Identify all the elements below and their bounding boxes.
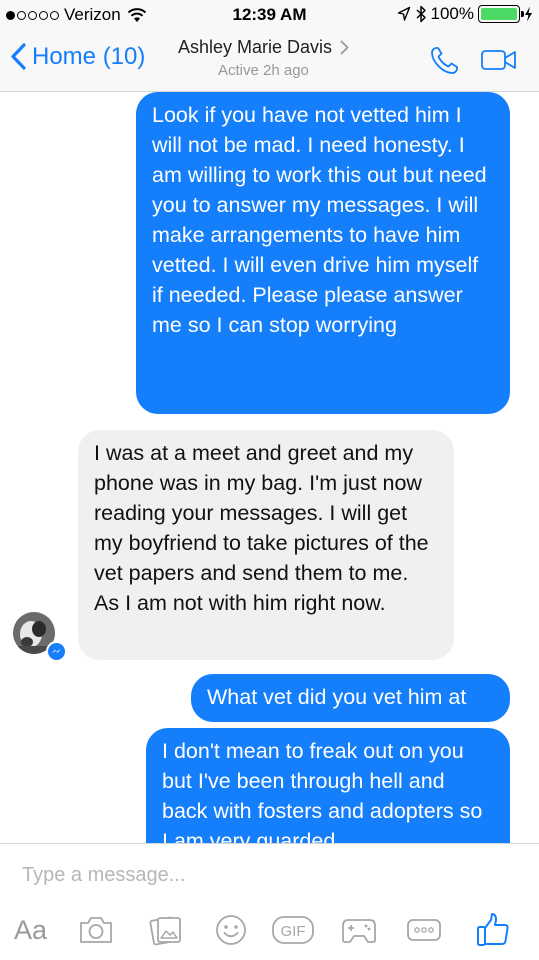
text-format-button[interactable]: Aa bbox=[14, 912, 47, 948]
emoji-icon bbox=[216, 915, 246, 945]
charging-bolt-icon bbox=[525, 6, 532, 22]
chevron-right-icon bbox=[340, 40, 349, 55]
message-bubble-outgoing[interactable]: Look if you have not vetted him I will n… bbox=[136, 92, 510, 414]
like-button[interactable] bbox=[473, 912, 513, 948]
contact-name: Ashley Marie Davis bbox=[178, 37, 333, 57]
camera-icon bbox=[80, 917, 112, 943]
battery-percent: 100% bbox=[430, 4, 474, 23]
more-button[interactable] bbox=[404, 912, 444, 948]
games-button[interactable] bbox=[339, 912, 379, 948]
message-bubble-incoming[interactable]: I was at a meet and greet and my phone w… bbox=[78, 430, 454, 660]
video-camera-icon bbox=[481, 50, 516, 70]
presence-status: Active 2h ago bbox=[218, 62, 309, 79]
message-list[interactable]: Look if you have not vetted him I will n… bbox=[0, 92, 539, 843]
message-composer: Aa GIF bbox=[0, 843, 539, 960]
message-input[interactable] bbox=[22, 864, 502, 887]
contact-name-button[interactable]: Ashley Marie Davis bbox=[178, 37, 349, 58]
thumbs-up-icon bbox=[477, 913, 509, 946]
back-button[interactable]: Home (10) bbox=[10, 42, 145, 71]
more-icon bbox=[407, 919, 441, 941]
gif-icon: GIF bbox=[272, 916, 314, 944]
bluetooth-icon bbox=[416, 5, 426, 23]
camera-button[interactable] bbox=[76, 912, 116, 948]
photo-gallery-icon bbox=[149, 916, 181, 946]
game-controller-icon bbox=[342, 919, 376, 943]
message-bubble-outgoing[interactable]: What vet did you vet him at bbox=[191, 674, 510, 722]
battery-icon bbox=[478, 5, 524, 23]
phone-icon bbox=[431, 47, 458, 74]
back-label: Home (10) bbox=[32, 42, 146, 70]
status-right: 100% bbox=[397, 4, 533, 24]
location-arrow-icon bbox=[397, 6, 410, 21]
voice-call-button[interactable] bbox=[427, 44, 461, 83]
video-call-button[interactable] bbox=[480, 46, 518, 79]
emoji-button[interactable] bbox=[211, 912, 251, 948]
photo-gallery-button[interactable] bbox=[146, 912, 186, 948]
composer-toolbar: Aa GIF bbox=[0, 906, 539, 954]
back-chevron-icon bbox=[11, 43, 26, 70]
status-bar: Verizon 12:39 AM 100% bbox=[0, 0, 539, 30]
messenger-badge-icon bbox=[46, 641, 67, 662]
conversation-header: Home (10) Ashley Marie Davis Active 2h a… bbox=[0, 30, 539, 92]
gif-label: GIF bbox=[281, 923, 306, 940]
message-bubble-outgoing[interactable]: I don't mean to freak out on you but I'v… bbox=[146, 728, 510, 843]
gif-button[interactable]: GIF bbox=[271, 912, 315, 948]
